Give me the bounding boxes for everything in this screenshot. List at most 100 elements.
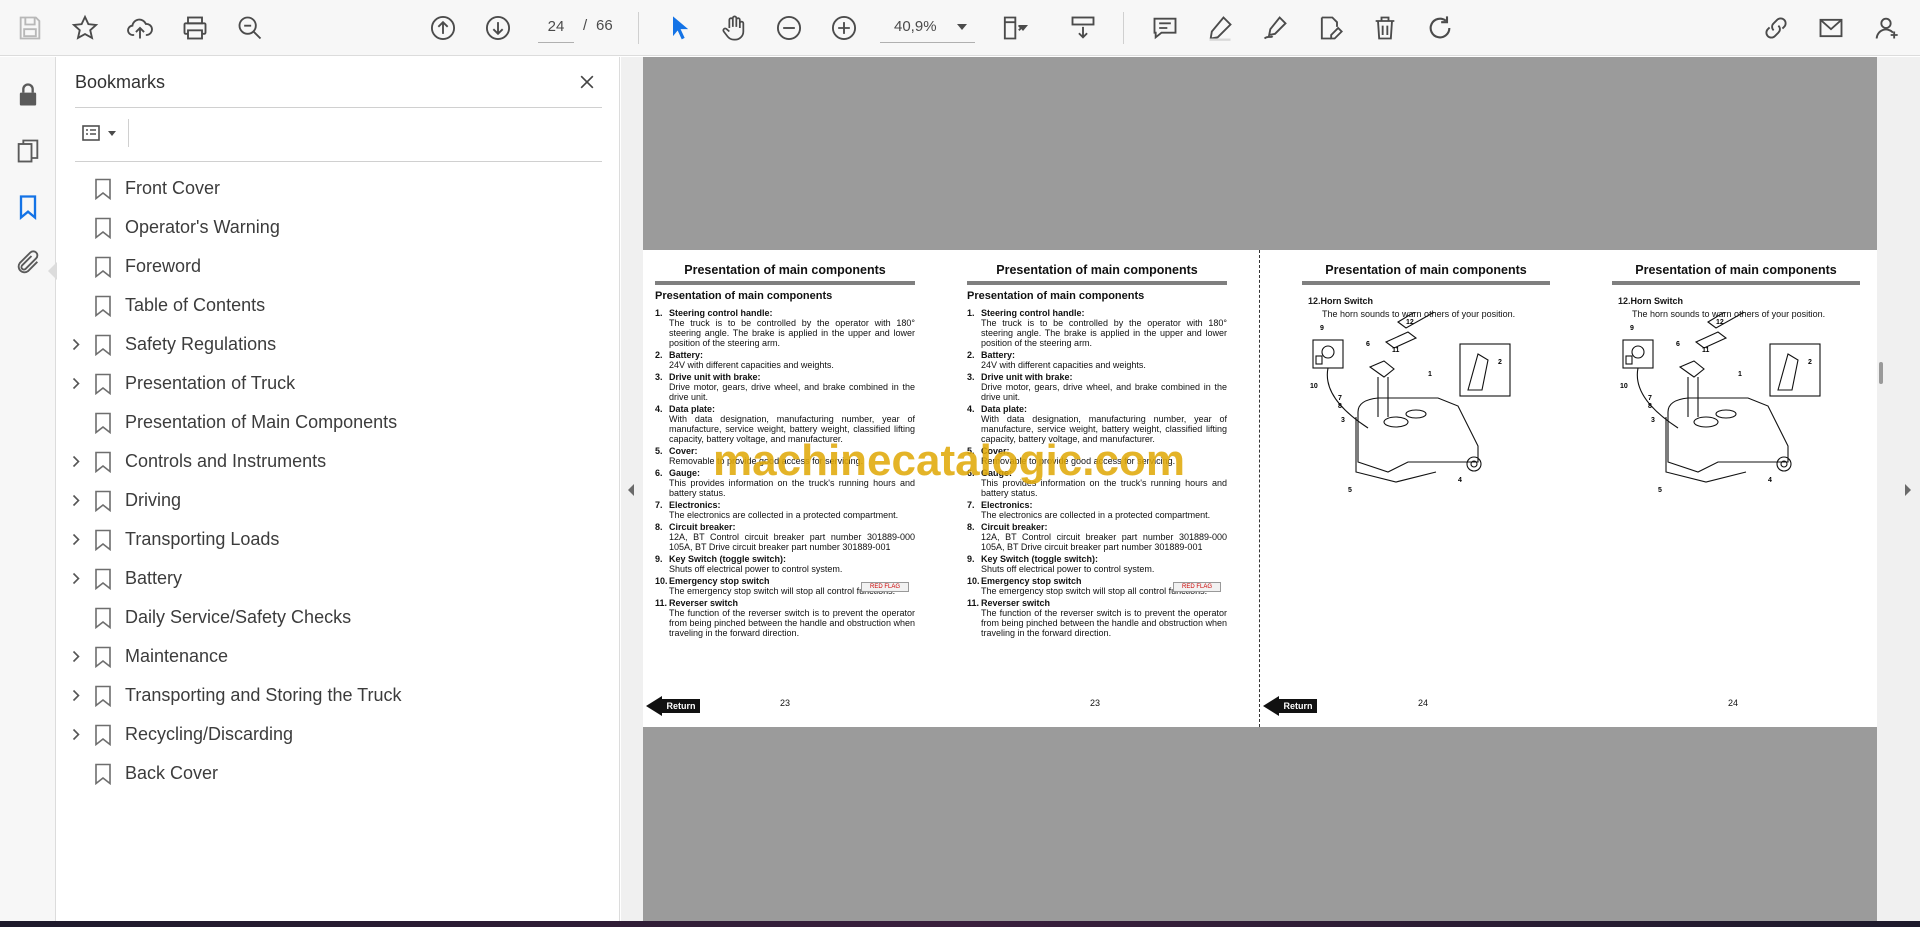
bookmark-item[interactable]: Table of Contents	[57, 286, 619, 325]
page-number: 24	[1418, 698, 1429, 708]
component-description: Shuts off electrical power to control sy…	[981, 564, 1155, 574]
email-icon[interactable]	[1811, 8, 1851, 48]
attachment-icon[interactable]	[8, 243, 48, 283]
page-thumbnails-icon[interactable]	[8, 131, 48, 171]
main-toolbar: / 66 40,9%	[0, 0, 1920, 56]
pdf-page-spread: Presentation of main components Presenta…	[643, 250, 1877, 727]
chevron-right-icon[interactable]	[68, 727, 84, 743]
horn-num: 12.	[1308, 296, 1321, 306]
chevron-right-icon[interactable]	[68, 376, 84, 392]
bookmark-item[interactable]: Foreword	[57, 247, 619, 286]
zoom-search-icon[interactable]	[230, 8, 270, 48]
lock-icon[interactable]	[8, 75, 48, 115]
component-number: 4.	[967, 404, 975, 414]
bookmark-item[interactable]: Safety Regulations	[57, 325, 619, 364]
component-item: 3. Drive unit with brake: Drive motor, gea…	[967, 372, 1227, 402]
chevron-right-icon[interactable]	[68, 532, 84, 548]
scroll-mode-icon[interactable]	[1063, 8, 1103, 48]
column-heading: Presentation of main components	[967, 263, 1227, 285]
zoom-in-icon[interactable]	[824, 8, 864, 48]
bookmark-item[interactable]: Back Cover	[57, 754, 619, 793]
bookmark-item[interactable]: Battery	[57, 559, 619, 598]
close-icon[interactable]	[572, 67, 602, 97]
red-flag-annotation[interactable]: RED FLAG	[1173, 582, 1221, 592]
bookmark-item[interactable]: Maintenance	[57, 637, 619, 676]
return-label: Return	[662, 699, 700, 713]
bookmark-options-button[interactable]	[75, 117, 121, 149]
chevron-right-icon[interactable]	[68, 688, 84, 704]
page-fit-chevron-icon[interactable]	[1013, 8, 1033, 48]
callout-number: 4	[1458, 477, 1462, 484]
chevron-right-icon[interactable]	[68, 337, 84, 353]
vertical-scrollbar[interactable]	[1877, 57, 1888, 921]
bookmark-item[interactable]: Transporting and Storing the Truck	[57, 676, 619, 715]
return-label: Return	[1279, 699, 1317, 713]
bookmark-item[interactable]: Controls and Instruments	[57, 442, 619, 481]
component-description: 12A, BT Control circuit breaker part num…	[669, 532, 915, 552]
red-flag-annotation[interactable]: RED FLAG	[861, 582, 909, 592]
zoom-dropdown[interactable]: 40,9%	[880, 11, 975, 43]
share-link-icon[interactable]	[1756, 8, 1796, 48]
page-boundary	[1259, 250, 1260, 727]
bookmark-item[interactable]: Recycling/Discarding	[57, 715, 619, 754]
save-icon[interactable]	[10, 8, 50, 48]
star-icon[interactable]	[65, 8, 105, 48]
signature-pen-icon[interactable]	[1255, 8, 1295, 48]
rotate-icon[interactable]	[1420, 8, 1460, 48]
bookmark-panel-icon[interactable]	[8, 187, 48, 227]
chevron-right-icon[interactable]	[68, 649, 84, 665]
bookmark-item[interactable]: Daily Service/Safety Checks	[57, 598, 619, 637]
zoom-out-icon[interactable]	[769, 8, 809, 48]
cloud-upload-icon[interactable]	[120, 8, 160, 48]
delete-icon[interactable]	[1365, 8, 1405, 48]
scrollbar-thumb[interactable]	[1879, 362, 1883, 384]
bookmark-label: Transporting Loads	[125, 529, 280, 549]
callout-number: 10	[1620, 383, 1628, 390]
callout-number: 12	[1716, 319, 1724, 326]
bookmark-icon	[94, 685, 112, 707]
next-page-icon[interactable]	[478, 8, 518, 48]
component-description: Drive motor, gears, drive wheel, and bra…	[669, 382, 915, 402]
component-item: 11. Reverser switch The function of the re…	[967, 598, 1227, 638]
comment-icon[interactable]	[1145, 8, 1185, 48]
callout-number: 8	[1648, 403, 1652, 410]
previous-page-icon[interactable]	[423, 8, 463, 48]
bookmark-item[interactable]: Driving	[57, 481, 619, 520]
truck-component-diagram: 1 2 3 4 5 6 7 8 9 10 11 12	[1618, 303, 1828, 512]
bookmark-icon	[94, 217, 112, 239]
bookmark-icon	[94, 607, 112, 629]
component-title: Battery:	[981, 350, 1016, 360]
bookmark-list: Front Cover Operator's Warning Foreword Tab…	[57, 169, 619, 793]
chevron-right-icon[interactable]	[68, 571, 84, 587]
return-button[interactable]: Return	[1263, 696, 1323, 716]
select-cursor-icon[interactable]	[660, 8, 700, 48]
panel-divider	[75, 107, 602, 108]
bookmark-icon	[94, 763, 112, 785]
chevron-right-icon[interactable]	[68, 493, 84, 509]
bookmark-icon	[94, 334, 112, 356]
bookmark-item[interactable]: Presentation of Main Components	[57, 403, 619, 442]
bookmark-item[interactable]: Transporting Loads	[57, 520, 619, 559]
component-title: Steering control handle:	[669, 308, 773, 318]
component-number: 1.	[967, 308, 975, 318]
return-button[interactable]: Return	[646, 696, 706, 716]
horn-title: Horn Switch	[1320, 296, 1374, 306]
highlight-pen-icon[interactable]	[1200, 8, 1240, 48]
bookmark-item[interactable]: Presentation of Truck	[57, 364, 619, 403]
column-heading: Presentation of main components	[1302, 263, 1550, 285]
collapse-left-panel-icon[interactable]	[621, 478, 641, 502]
callout-number: 5	[1348, 487, 1352, 494]
callout-number: 2	[1808, 359, 1812, 366]
bookmark-item[interactable]: Front Cover	[57, 169, 619, 208]
bookmark-item[interactable]: Operator's Warning	[57, 208, 619, 247]
navigation-rail	[0, 57, 57, 921]
hand-tool-icon[interactable]	[714, 8, 754, 48]
expand-right-panel-icon[interactable]	[1898, 478, 1918, 502]
page-number-input[interactable]	[538, 11, 574, 43]
bookmarks-title: Bookmarks	[75, 72, 166, 92]
print-icon[interactable]	[175, 8, 215, 48]
account-icon[interactable]	[1866, 8, 1906, 48]
chevron-right-icon[interactable]	[68, 454, 84, 470]
edit-document-icon[interactable]	[1310, 8, 1350, 48]
bookmark-label: Driving	[125, 490, 182, 510]
